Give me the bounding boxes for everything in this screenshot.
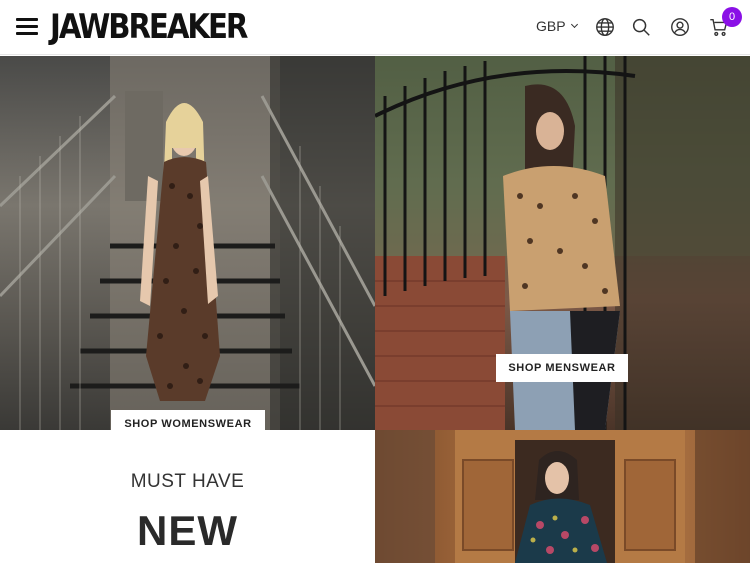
shop-menswear-button[interactable]: SHOP MENSWEAR: [496, 354, 628, 382]
promo-title: NEW: [137, 507, 238, 554]
site-logo[interactable]: JAWBREAKER: [50, 7, 248, 47]
chevron-down-icon: [570, 20, 578, 29]
currency-selector[interactable]: GBP: [536, 18, 578, 34]
globe-icon[interactable]: [594, 16, 616, 38]
shop-womenswear-button[interactable]: SHOP WOMENSWEAR: [111, 410, 265, 430]
hamburger-menu-icon[interactable]: [16, 17, 38, 35]
womenswear-banner[interactable]: SHOP WOMENSWEAR: [0, 56, 375, 430]
currency-label: GBP: [536, 18, 566, 34]
womenswear-image: [0, 56, 375, 430]
promo-subtitle: MUST HAVE: [130, 471, 245, 492]
cart-count-badge: 0: [722, 7, 742, 27]
site-header: JAWBREAKER GBP 0: [0, 0, 750, 55]
user-icon[interactable]: [669, 16, 691, 38]
new-arrivals-banner[interactable]: [375, 430, 750, 563]
search-icon[interactable]: [630, 16, 652, 38]
new-arrivals-image: [375, 430, 750, 563]
menswear-banner[interactable]: SHOP MENSWEAR: [375, 56, 750, 430]
